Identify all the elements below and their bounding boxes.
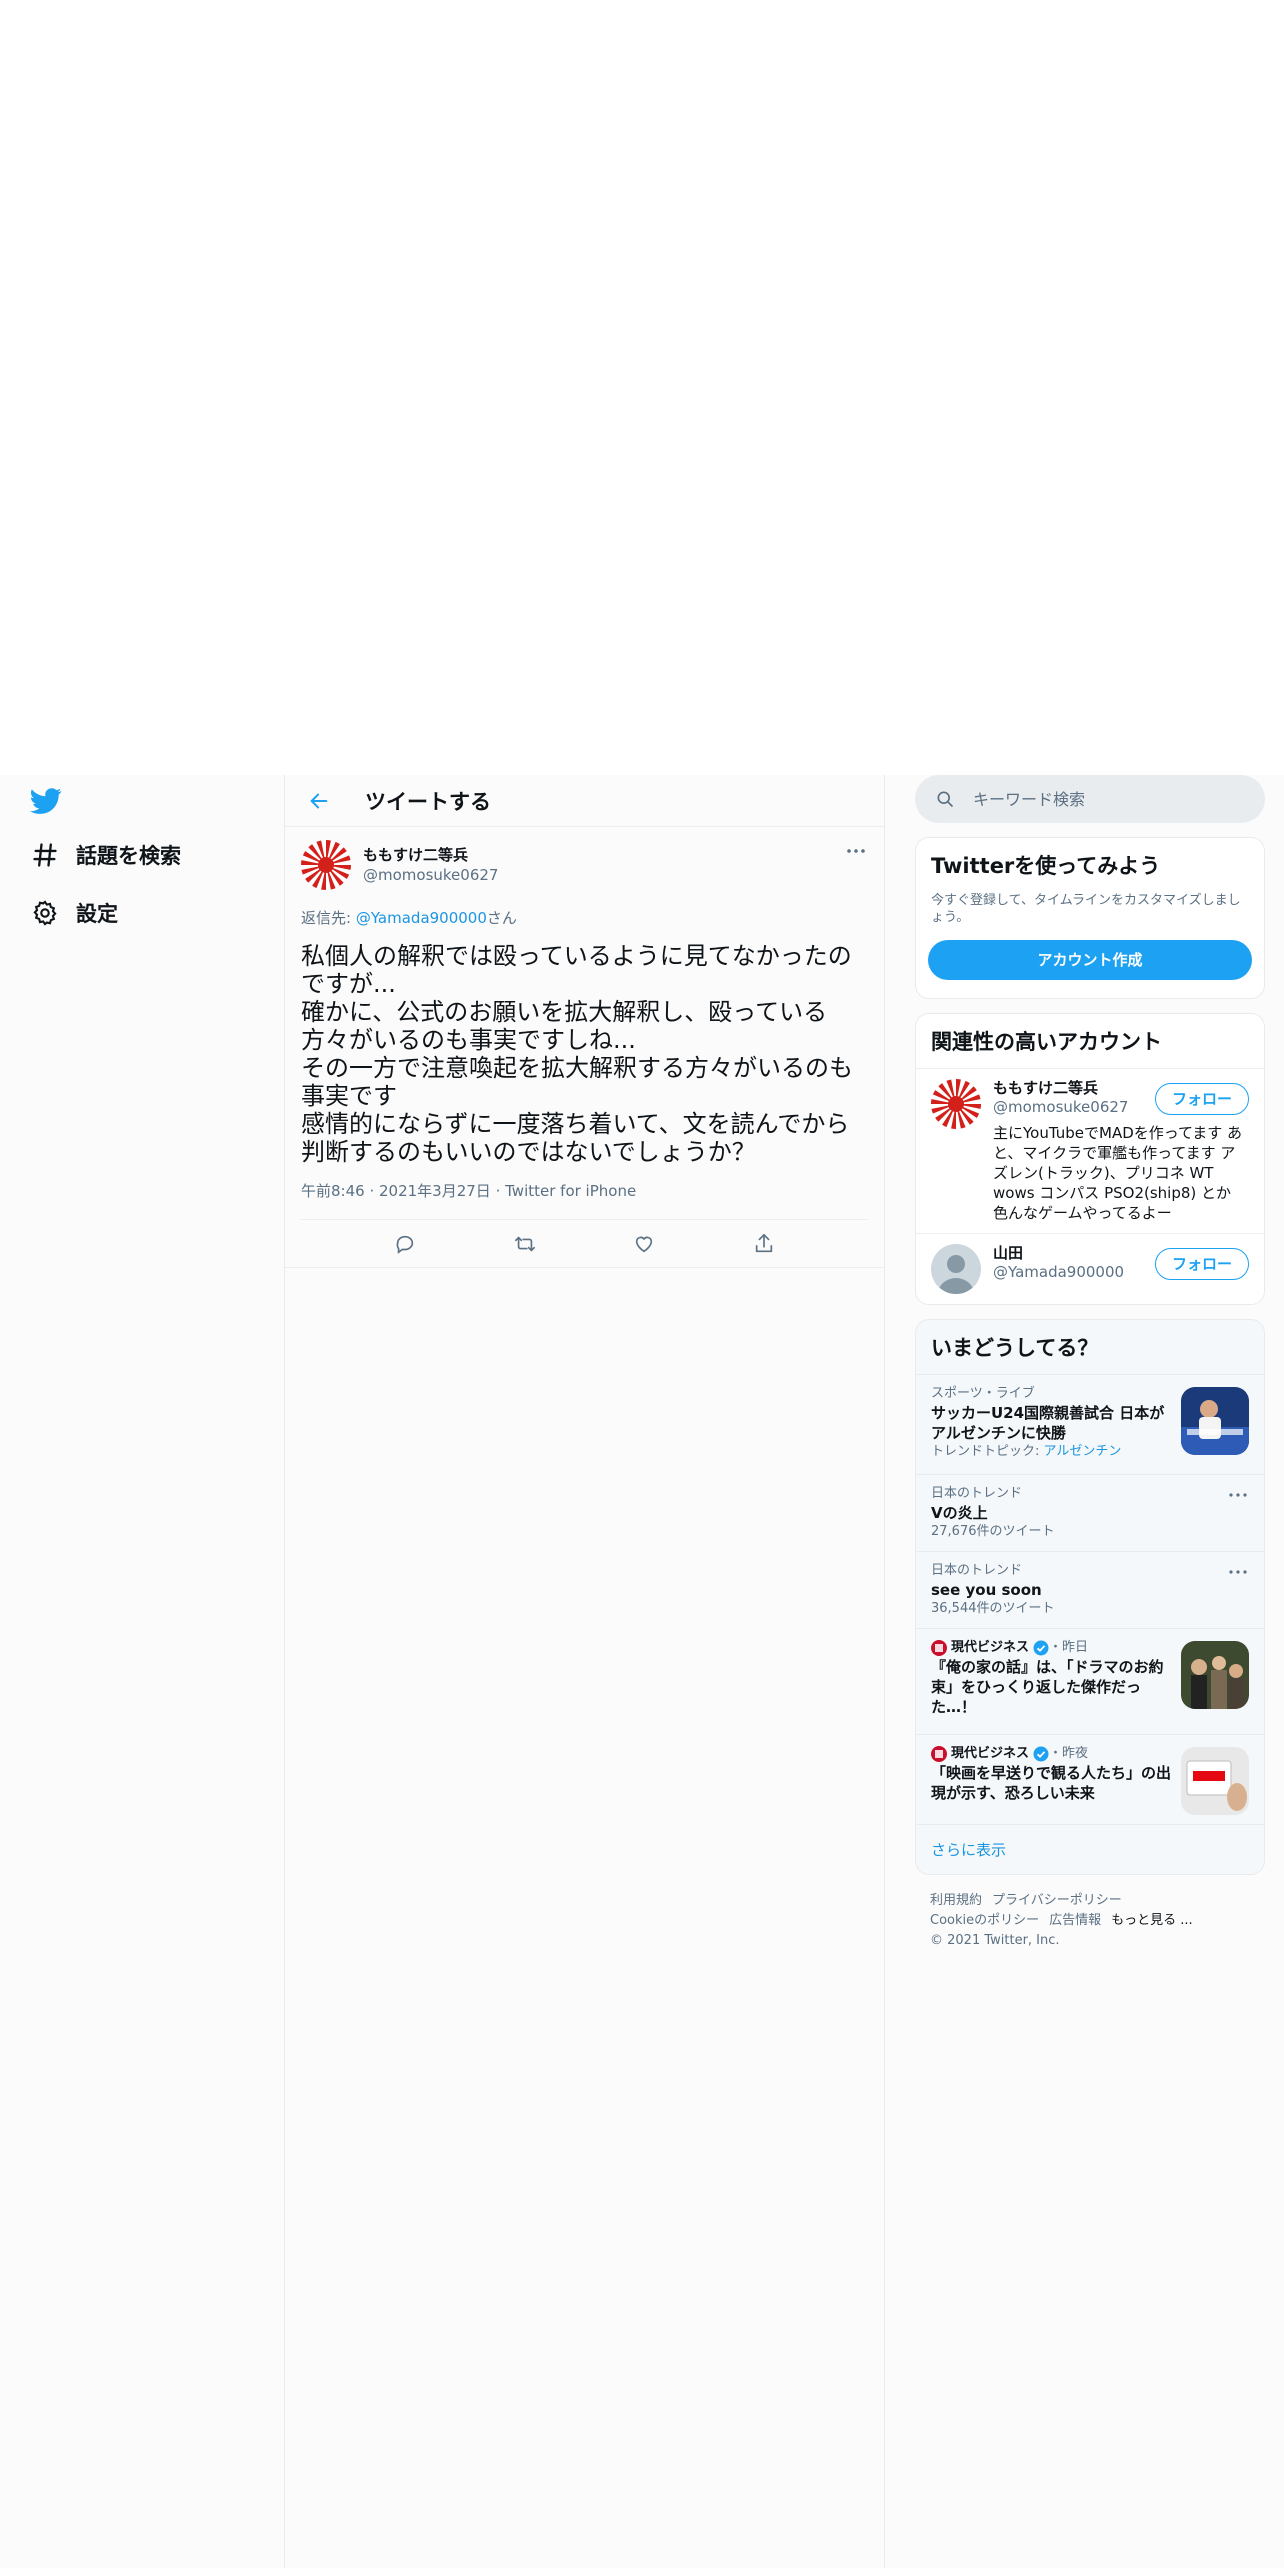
like-heart-icon[interactable] [629, 1229, 659, 1259]
publisher-logo-icon [931, 1746, 947, 1762]
account-bio: 主にYouTubeでMADを作ってます あと、マイクラで軍艦も作ってます アズレ… [993, 1124, 1243, 1222]
share-icon[interactable] [749, 1229, 779, 1259]
copyright: © 2021 Twitter, Inc. [930, 1933, 1060, 1948]
footer-link-terms[interactable]: 利用規約 [930, 1893, 982, 1908]
signup-card: Twitterを使ってみよう 今すぐ登録して、タイムラインをカスタマイズしましょ… [915, 837, 1265, 999]
footer: 利用規約 プライバシーポリシー Cookieのポリシー 広告情報 もっと見る ... … [915, 1875, 1265, 1967]
nav-item-label: 設定 [76, 902, 118, 926]
news-title: 「映画を早送りで観る人たち」の出現が示す、恐ろしい未来 [931, 1764, 1172, 1802]
tweet-actions [285, 1220, 884, 1268]
related-accounts-card: 関連性の高いアカウント ももすけ二等兵 @momosuke0627 主にYouT… [915, 1013, 1265, 1305]
signup-description: 今すぐ登録して、タイムラインをカスタマイズしましょう。 [931, 893, 1241, 925]
reply-context: 返信先: @Yamada900000さん [301, 907, 868, 928]
news-time: ・昨日 [1049, 1640, 1089, 1655]
footer-link-cookies[interactable]: Cookieのポリシー [930, 1913, 1039, 1928]
trend-category: 日本のトレンド [931, 1486, 1023, 1501]
avatar[interactable] [301, 840, 351, 890]
create-account-button[interactable]: アカウント作成 [928, 940, 1252, 980]
trend-topic-prefix: トレンドトピック: [931, 1444, 1044, 1459]
trend-category: 日本のトレンド [931, 1563, 1023, 1578]
account-row[interactable]: ももすけ二等兵 @momosuke0627 主にYouTubeでMADを作ってま… [916, 1068, 1264, 1233]
publisher-logo-icon [931, 1640, 947, 1656]
page-title: ツイートする [365, 789, 491, 814]
nav-item-label: 話題を検索 [76, 844, 181, 868]
more-options-icon[interactable] [1227, 1487, 1249, 1503]
back-arrow-icon[interactable] [305, 787, 333, 815]
gear-icon [28, 896, 62, 930]
avatar[interactable] [931, 1244, 981, 1294]
trend-item[interactable]: 日本のトレンド Vの炎上 27,676件のツイート [916, 1474, 1264, 1551]
news-item[interactable]: 現代ビジネス ・昨日 『俺の家の話』は、「ドラマのお約束」をひっくり返した傑作だ… [916, 1628, 1264, 1734]
reply-suffix: さん [486, 909, 517, 927]
trends-card: いまどうしてる？ スポーツ・ライブ サッカーU24国際親善試合 日本がアルゼンチ… [915, 1319, 1265, 1875]
author-name[interactable]: ももすけ二等兵 [363, 845, 498, 865]
follow-button[interactable]: フォロー [1154, 1083, 1249, 1115]
reply-prefix: 返信先: [301, 909, 356, 927]
trend-item[interactable]: 日本のトレンド see you soon 36,544件のツイート [916, 1551, 1264, 1628]
news-thumbnail [1181, 1641, 1249, 1709]
nav-item-explore[interactable]: 話題を検索 [28, 833, 181, 877]
verified-badge-icon [1033, 1640, 1049, 1656]
news-source-name: 現代ビジネス [951, 1746, 1030, 1761]
author-handle[interactable]: @momosuke0627 [363, 865, 498, 885]
footer-link-ads[interactable]: 広告情報 [1049, 1913, 1101, 1928]
trend-title: Vの炎上 [931, 1504, 988, 1522]
search-bar[interactable] [915, 775, 1265, 823]
tweet-text: 私個人の解釈では殴っているように見てなかったのですが... 確かに、公式のお願い… [301, 942, 853, 1166]
search-input[interactable] [973, 789, 1223, 809]
news-thumbnail [1181, 1747, 1249, 1815]
column-header: ツイートする [285, 775, 884, 827]
tweet-source-link[interactable]: Twitter for iPhone [505, 1182, 636, 1200]
tweet-column: ツイートする ももすけ二等兵 @momosuke0627 返信先: @Yamad… [285, 775, 885, 2568]
trends-title: いまどうしてる？ [931, 1336, 1099, 1360]
tweet-author[interactable]: ももすけ二等兵 @momosuke0627 [301, 837, 868, 893]
signup-title: Twitterを使ってみよう [931, 854, 1161, 878]
tweet-date-link[interactable]: 2021年3月27日 [379, 1182, 491, 1200]
nav-item-settings[interactable]: 設定 [28, 891, 118, 935]
show-more-link[interactable]: さらに表示 [916, 1824, 1264, 1874]
verified-badge-icon [1033, 1746, 1049, 1762]
account-handle[interactable]: @Yamada900000 [993, 1263, 1124, 1282]
footer-link-more[interactable]: もっと見る ... [1111, 1913, 1193, 1928]
news-item[interactable]: 現代ビジネス ・昨夜 「映画を早送りで観る人たち」の出現が示す、恐ろしい未来 [916, 1734, 1264, 1824]
news-title: 『俺の家の話』は、「ドラマのお約束」をひっくり返した傑作だった…！ [931, 1658, 1164, 1716]
tweet-metadata: 午前8:46 · 2021年3月27日 · Twitter for iPhone [301, 1180, 868, 1220]
trend-tweet-count: 27,676件のツイート [931, 1524, 1055, 1539]
twitter-logo-icon[interactable] [28, 785, 64, 817]
more-options-icon[interactable] [1227, 1564, 1249, 1580]
more-options-icon[interactable] [844, 841, 868, 861]
search-icon [937, 791, 954, 808]
footer-link-privacy[interactable]: プライバシーポリシー [992, 1893, 1122, 1908]
avatar[interactable] [931, 1079, 981, 1129]
related-title: 関連性の高いアカウント [931, 1030, 1162, 1054]
trend-thumbnail [1181, 1387, 1249, 1455]
news-time: ・昨夜 [1049, 1746, 1089, 1761]
left-navigation: 話題を検索 設定 [0, 775, 285, 2568]
account-row[interactable]: 山田 @Yamada900000 フォロー [916, 1233, 1264, 1304]
hashtag-icon [28, 838, 62, 872]
trend-item[interactable]: スポーツ・ライブ サッカーU24国際親善試合 日本がアルゼンチンに快勝 トレンド… [916, 1374, 1264, 1474]
retweet-icon[interactable] [510, 1229, 540, 1259]
trend-topic-link[interactable]: アルゼンチン [1044, 1444, 1122, 1459]
reply-handle-link[interactable]: @Yamada900000 [356, 909, 487, 927]
trend-title: サッカーU24国際親善試合 日本がアルゼンチンに快勝 [931, 1404, 1165, 1442]
app-root: 話題を検索 設定 ツイートする ももすけ二等兵 @momosuke0627 返信… [0, 775, 1284, 2568]
news-source-name: 現代ビジネス [951, 1640, 1030, 1655]
tweet-detail: ももすけ二等兵 @momosuke0627 返信先: @Yamada900000… [285, 827, 884, 1268]
follow-button[interactable]: フォロー [1154, 1248, 1249, 1280]
tweet-time-link[interactable]: 午前8:46 [301, 1182, 365, 1200]
trend-tweet-count: 36,544件のツイート [931, 1601, 1055, 1616]
right-sidebar: Twitterを使ってみよう 今すぐ登録して、タイムラインをカスタマイズしましょ… [915, 775, 1265, 1967]
reply-icon[interactable] [390, 1229, 420, 1259]
account-name[interactable]: 山田 [993, 1244, 1124, 1263]
trend-title: see you soon [931, 1581, 1042, 1599]
